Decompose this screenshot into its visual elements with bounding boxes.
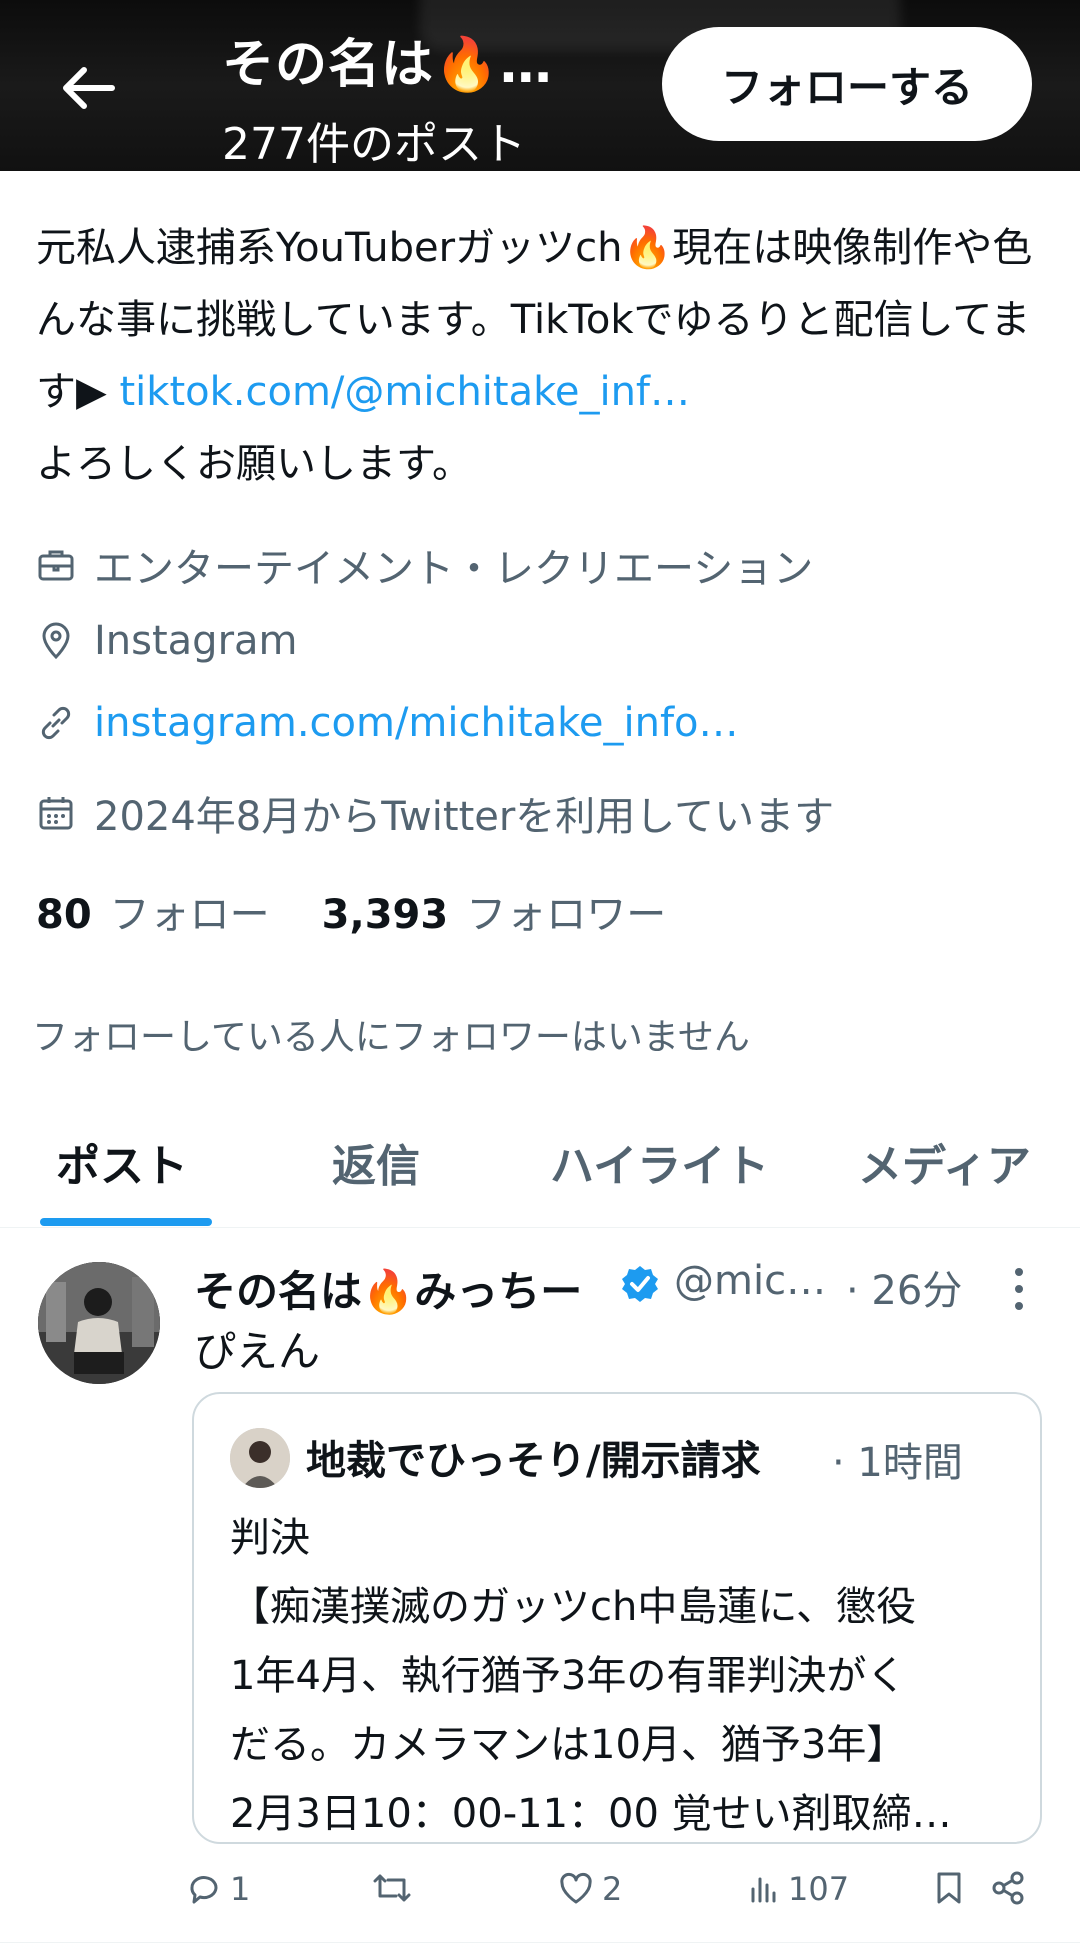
reply-button[interactable]: 1: [186, 1870, 250, 1908]
quoted-text: 判決 【痴漢撲滅のガッツch中島蓮に、懲役 1年4月、執行猶予3年の有罪判決がく…: [230, 1504, 1020, 1849]
followers-stat[interactable]: 3,393 フォロワー: [322, 882, 667, 940]
tab-replies[interactable]: 返信: [332, 1130, 420, 1194]
follow-stats: 80 フォロー 3,393 フォロワー: [36, 882, 666, 940]
profile-display-name: その名は🔥…: [222, 35, 553, 95]
quoted-post-card[interactable]: 地裁でひっそり/開示請求 · 1時間 判決 【痴漢撲滅のガッツch中島蓮に、懲役…: [192, 1392, 1042, 1844]
quoted-line: 【痴漢撲滅のガッツch中島蓮に、懲役: [230, 1584, 917, 1630]
profile-tabs: ポスト 返信 ハイライト メディア: [0, 1108, 1080, 1228]
profile-bio: 元私人逮捕系YouTuberガッツch🔥現在は映像制作や色んな事に挑戦しています…: [36, 212, 1046, 500]
avatar[interactable]: [38, 1262, 160, 1384]
location-label: Instagram: [94, 618, 298, 664]
share-icon: [992, 1871, 1024, 1905]
bookmark-icon: [937, 1872, 961, 1904]
post-text: ぴえん: [194, 1327, 321, 1376]
profile-website: instagram.com/michitake_info…: [36, 700, 739, 746]
quoted-line: だる。カメラマンは10月、猶予3年】: [230, 1722, 907, 1768]
reply-count: 1: [230, 1870, 251, 1908]
profile-header: その名は🔥… 277件のポスト フォローする: [0, 0, 1080, 171]
like-count: 2: [602, 1870, 623, 1908]
profile-location: Instagram: [36, 618, 298, 664]
profile-joined-date: 2024年8月からTwitterを利用しています: [36, 784, 834, 842]
active-tab-indicator: [40, 1218, 212, 1226]
followers-label: フォロワー: [466, 892, 667, 938]
tab-posts[interactable]: ポスト: [56, 1130, 188, 1194]
profile-category: エンターテイメント・レクリエーション: [36, 536, 813, 594]
repost-button[interactable]: [372, 1870, 420, 1906]
post-author-name[interactable]: その名は🔥みっちー: [194, 1258, 582, 1319]
share-button[interactable]: [990, 1870, 1034, 1906]
quoted-avatar: [230, 1428, 290, 1488]
quoted-timestamp: · 1時間: [832, 1440, 963, 1486]
post-actions: 1 2 107: [0, 1870, 1080, 1920]
back-button[interactable]: [40, 40, 136, 136]
link-icon: [41, 706, 71, 740]
following-count: 80: [36, 892, 92, 938]
heart-icon: [560, 1872, 592, 1904]
website-link[interactable]: instagram.com/michitake_info…: [94, 700, 739, 746]
joined-label: 2024年8月からTwitterを利用しています: [94, 794, 835, 840]
view-count: 107: [788, 1870, 850, 1908]
location-pin-icon: [42, 622, 70, 660]
calendar-icon: [39, 797, 73, 830]
category-label: エンターテイメント・レクリエーション: [94, 546, 814, 592]
following-stat[interactable]: 80 フォロー: [36, 882, 270, 940]
post-author-handle[interactable]: @mic…: [674, 1258, 826, 1304]
quoted-line: 2月3日10：00-11：00 覚せい剤取締…: [230, 1791, 952, 1837]
arrow-left-icon: [63, 67, 115, 109]
bookmark-button[interactable]: [932, 1870, 974, 1906]
verified-badge-icon: [622, 1266, 658, 1302]
following-label: フォロー: [109, 892, 270, 938]
bio-tiktok-link[interactable]: tiktok.com/@michitake_inf…: [119, 369, 690, 415]
post-divider: [0, 1942, 1080, 1943]
like-button[interactable]: 2: [558, 1870, 622, 1908]
avatar-image: [38, 1262, 160, 1384]
quoted-line: 1年4月、執行猶予3年の有罪判決がく: [230, 1653, 907, 1699]
reply-icon: [190, 1876, 218, 1904]
analytics-icon: [751, 1877, 776, 1903]
more-options-icon[interactable]: [1004, 1264, 1034, 1314]
briefcase-icon: [38, 550, 74, 581]
views-button[interactable]: 107: [748, 1870, 849, 1908]
bio-text-end: よろしくお願いします。: [36, 441, 472, 487]
tab-media[interactable]: メディア: [858, 1130, 1031, 1194]
mutual-followers-note: フォローしている人にフォロワーはいません: [32, 1017, 750, 1058]
post-count: 277件のポスト: [222, 119, 526, 170]
quoted-line: 判決: [230, 1515, 310, 1561]
post-timestamp[interactable]: · 26分: [846, 1258, 962, 1316]
tab-highlights[interactable]: ハイライト: [550, 1130, 769, 1194]
followers-count: 3,393: [321, 892, 449, 938]
follow-button[interactable]: フォローする: [662, 27, 1032, 141]
repost-icon: [373, 1874, 411, 1902]
quoted-author-name: 地裁でひっそり/開示請求: [306, 1438, 761, 1484]
